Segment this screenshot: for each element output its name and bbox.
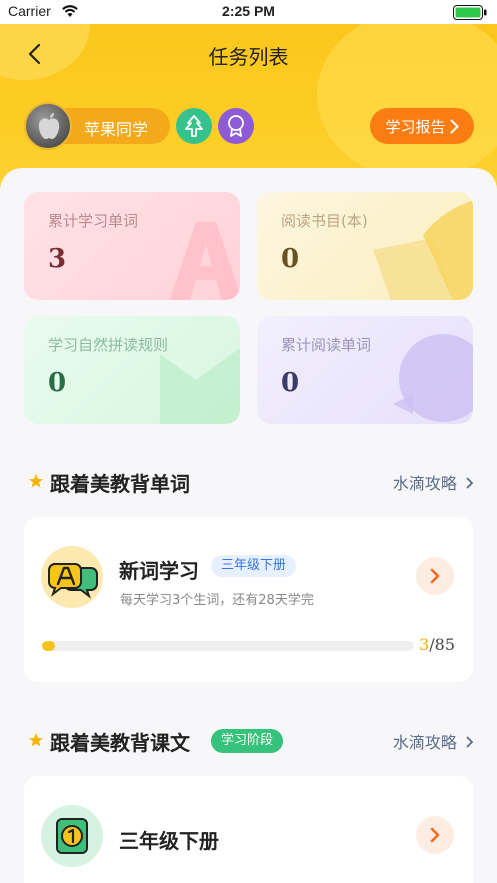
stat-label: 阅读书目(本) [281, 212, 368, 230]
card-title: 新词学习 [119, 559, 199, 583]
envelope-decoration [160, 348, 240, 424]
section-texts-header: 跟着美教背课文 学习阶段 水滴攻略 [24, 725, 474, 755]
chevron-right-icon [450, 119, 458, 133]
main-content: 累计学习单词 3 阅读书目(本) 0 学习自然拼读规则 0 累计阅读单词 0 跟… [0, 168, 497, 883]
clock: 2:25 PM [222, 3, 275, 19]
chevron-right-icon [466, 477, 474, 489]
book-number-icon [56, 818, 88, 854]
strategy-link[interactable]: 水滴攻略 [393, 470, 474, 494]
section-words-header: 跟着美教背单词 水滴攻略 [24, 466, 474, 496]
stat-label: 学习自然拼读规则 [48, 336, 169, 354]
stat-label: 累计阅读单词 [281, 336, 372, 354]
letter-a-decoration [170, 222, 240, 300]
stage-tag: 学习阶段 [211, 729, 284, 753]
go-button[interactable] [416, 557, 454, 595]
status-bar: Carrier 2:25 PM [0, 0, 497, 24]
textbook-card[interactable]: 三年级下册 [24, 776, 473, 883]
progress-text: 3/85 [419, 635, 455, 654]
stat-card-words-read[interactable]: 累计阅读单词 0 [257, 316, 473, 424]
stat-value: 0 [281, 368, 300, 398]
stat-card-phonics-rules[interactable]: 学习自然拼读规则 0 [24, 316, 240, 424]
card-subtitle: 每天学习3个生词，还有28天学完 [120, 593, 314, 608]
learning-report-button[interactable]: 学习报告 [370, 108, 474, 144]
avatar[interactable] [24, 102, 72, 150]
progress-bar [42, 641, 414, 651]
chevron-right-icon [430, 827, 440, 843]
progress-total: /85 [429, 635, 455, 654]
battery-icon [453, 5, 487, 20]
stat-card-words-learned[interactable]: 累计学习单词 3 [24, 192, 240, 300]
nav-bar: 任务列表 [0, 24, 497, 86]
strategy-link-label: 水滴攻略 [392, 474, 457, 493]
strategy-link[interactable]: 水滴攻略 [393, 729, 474, 753]
chevron-right-icon [430, 568, 440, 584]
new-words-card[interactable]: 新词学习 三年级下册 每天学习3个生词，还有28天学完 3/85 [24, 517, 473, 682]
progress-fill [42, 641, 56, 651]
user-row: 苹果同学 学习报告 [24, 102, 474, 150]
section-title: 跟着美教背课文 [50, 731, 190, 755]
tree-icon [185, 115, 203, 137]
apple-logo-icon [38, 113, 60, 139]
card-title: 三年级下册 [119, 829, 219, 853]
strategy-link-label: 水滴攻略 [392, 733, 457, 752]
stat-value: 0 [281, 244, 300, 274]
textbook-icon-wrap [41, 805, 103, 867]
stat-value: 3 [48, 244, 67, 274]
chat-a-icon [48, 563, 98, 599]
medal-icon [228, 115, 244, 137]
user-name: 苹果同学 [84, 120, 149, 139]
progress-current: 3 [419, 635, 430, 654]
medal-badge[interactable] [218, 108, 254, 144]
grade-tag: 三年级下册 [211, 555, 297, 577]
stat-value: 0 [48, 368, 67, 398]
stat-card-books-read[interactable]: 阅读书目(本) 0 [257, 192, 473, 300]
stat-label: 累计学习单词 [48, 212, 139, 230]
page-title: 任务列表 [208, 45, 289, 69]
go-button[interactable] [416, 816, 454, 854]
tree-badge[interactable] [176, 108, 212, 144]
report-button-label: 学习报告 [385, 117, 446, 136]
section-title: 跟着美教背单词 [50, 472, 190, 496]
star-icon [29, 474, 43, 488]
book-decoration [373, 200, 473, 300]
chevron-right-icon [466, 736, 474, 748]
speech-bubble-decoration [393, 334, 473, 422]
new-words-icon-wrap [41, 546, 103, 608]
star-icon [29, 733, 43, 747]
